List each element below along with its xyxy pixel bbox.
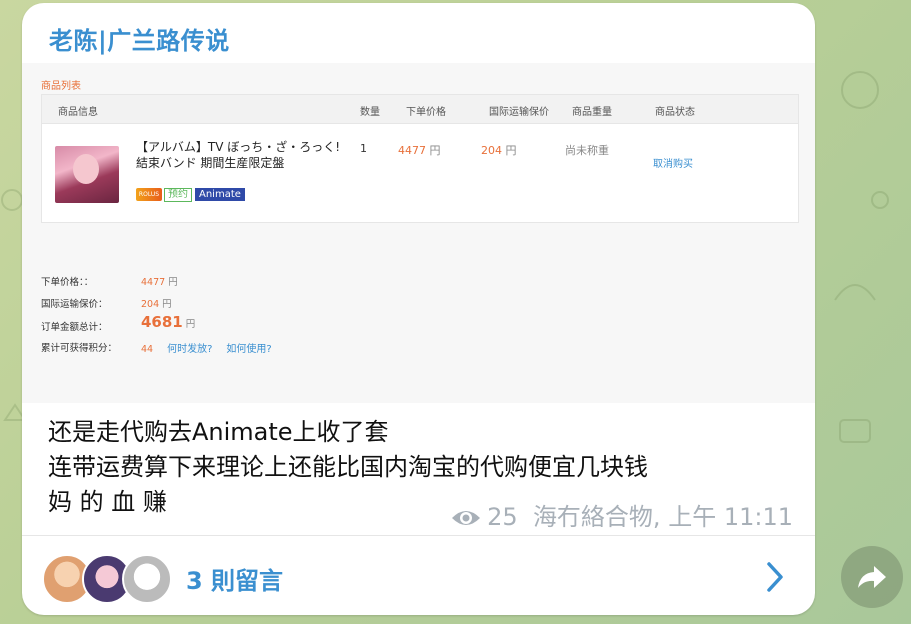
- message-line1: 还是走代购去Animate上收了套: [48, 418, 389, 446]
- order-price-value: 4477: [398, 144, 426, 157]
- section-title: 商品列表: [41, 81, 81, 92]
- product-table: 商品信息 数量 下单价格 国际运输保价 商品重量 商品状态 【アルバム】TV ぼ…: [41, 94, 799, 223]
- store-logo-icon: ROLUS: [136, 188, 162, 201]
- header-product-info: 商品信息: [58, 107, 98, 118]
- header-order-price: 下单价格: [406, 107, 446, 118]
- preorder-tag: 预约: [164, 187, 192, 202]
- summary-points: 44 何时发放? 如何使用?: [141, 340, 272, 355]
- summary-order-price: 4477 円: [141, 274, 178, 288]
- summary-points-label: 累计可获得积分：: [41, 343, 118, 354]
- summary-shipping-unit: 円: [162, 299, 172, 310]
- summary-total-value: 4681: [141, 313, 183, 331]
- divider: [22, 535, 815, 536]
- avatar: [122, 554, 172, 604]
- header-quantity: 数量: [360, 107, 380, 118]
- table-header: 商品信息 数量 下单价格 国际运输保价 商品重量 商品状态: [42, 95, 798, 124]
- message-line2: 连带运费算下来理论上还能比国内淘宝的代购便宜几块钱: [48, 453, 648, 481]
- shipping-price-value: 204: [481, 144, 502, 157]
- shipping-price-unit: 円: [505, 144, 517, 157]
- store-tag: Animate: [195, 188, 245, 201]
- chevron-right-icon[interactable]: [764, 559, 786, 595]
- points-how-link[interactable]: 如何使用?: [226, 344, 271, 355]
- weight-status: 尚未称重: [565, 144, 609, 157]
- summary-shipping: 204 円: [141, 296, 172, 310]
- album-cover-image: [55, 146, 119, 203]
- points-when-link[interactable]: 何时发放?: [167, 344, 212, 355]
- product-name-line2: 結束バンド 期間生産限定盤: [136, 156, 285, 170]
- author-time: 海冇絡合物, 上午 11:11: [532, 503, 793, 531]
- quantity-value: 1: [360, 142, 367, 155]
- header-shipping: 国际运输保价: [489, 107, 549, 118]
- summary-order-price-label: 下单价格：：: [41, 277, 94, 288]
- order-price-unit: 円: [429, 144, 441, 157]
- message-meta: 25 海冇絡合物, 上午 11:11: [451, 497, 793, 532]
- cancel-purchase-link[interactable]: 取消购买: [653, 155, 693, 170]
- summary-points-value: 44: [141, 344, 154, 355]
- order-price: 4477 円: [398, 142, 441, 158]
- product-tags: ROLUS 预约 Animate: [136, 184, 245, 202]
- comments-link[interactable]: 3 則留言: [186, 561, 283, 596]
- summary-total-label: 订单金额总计：: [41, 322, 108, 333]
- eye-icon: [452, 511, 481, 525]
- summary-total: 4681 円: [141, 313, 195, 331]
- summary-total-unit: 円: [185, 319, 196, 330]
- product-name: 【アルバム】TV ぼっち・ざ・ろっく! 結束バンド 期間生産限定盤: [136, 139, 356, 171]
- summary-order-price-value: 4477: [141, 277, 166, 288]
- header-status: 商品状态: [655, 107, 695, 118]
- share-icon: [858, 566, 886, 588]
- view-count: 25: [487, 503, 518, 531]
- summary-shipping-label: 国际运输保价：: [41, 299, 108, 310]
- product-name-line1: 【アルバム】TV ぼっち・ざ・ろっく!: [136, 140, 341, 154]
- message-bubble: 老陈|广兰路传说 商品列表 商品信息 数量 下单价格 国际运输保价 商品重量 商…: [22, 3, 815, 615]
- header-weight: 商品重量: [572, 107, 612, 118]
- summary-shipping-value: 204: [141, 299, 160, 310]
- shipping-price: 204 円: [481, 142, 517, 158]
- summary-order-price-unit: 円: [168, 277, 178, 288]
- share-button[interactable]: [841, 546, 903, 608]
- order-screenshot-image[interactable]: 商品列表 商品信息 数量 下单价格 国际运输保价 商品重量 商品状态 【アルバム…: [22, 63, 815, 403]
- sender-name[interactable]: 老陈|广兰路传说: [49, 21, 230, 56]
